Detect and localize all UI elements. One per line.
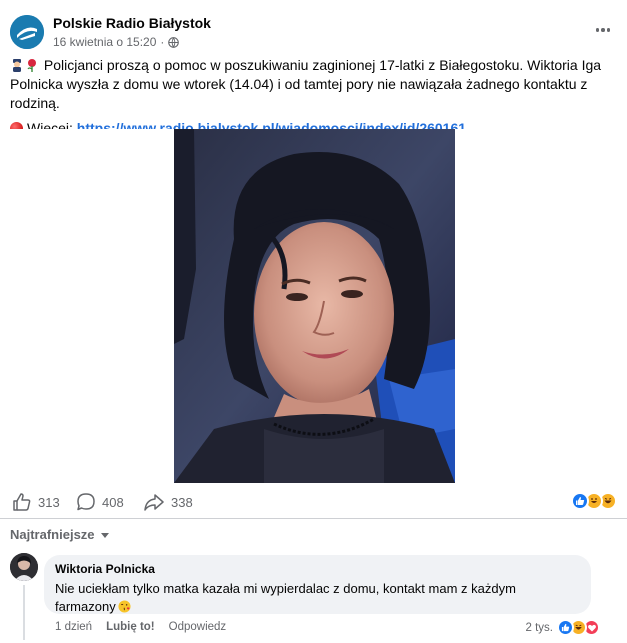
- more-options-icon[interactable]: [591, 20, 615, 40]
- globe-icon: [168, 36, 180, 48]
- kiss-face-emoji: [118, 600, 131, 613]
- comment-bubble: Wiktoria Polnicka Nie uciekłam tylko mat…: [44, 555, 591, 614]
- thread-line: [23, 585, 25, 640]
- engagement-bar: 313 408 338: [0, 483, 627, 519]
- post-body: Policjanci proszą o pomoc w poszukiwaniu…: [10, 56, 615, 138]
- page-name[interactable]: Polskie Radio Białystok: [53, 15, 211, 31]
- comment-stat[interactable]: 408: [76, 492, 124, 512]
- post-timestamp[interactable]: 16 kwietnia o 15:20: [53, 35, 156, 49]
- post-text-main: Policjanci proszą o pomoc w poszukiwaniu…: [10, 57, 602, 111]
- like-reaction-icon: [571, 492, 589, 510]
- comment-reaction-count: 2 tys.: [525, 621, 553, 634]
- like-stat[interactable]: 313: [12, 492, 60, 512]
- comment-actions: 1 dzień Lubię to! Odpowiedz: [55, 621, 226, 633]
- comment-reactions[interactable]: 2 tys.: [526, 619, 600, 636]
- commenter-avatar[interactable]: [10, 553, 38, 581]
- rose-emoji: [27, 59, 36, 72]
- likes-count: 313: [38, 494, 60, 510]
- post-paragraph: Policjanci proszą o pomoc w poszukiwaniu…: [10, 56, 615, 113]
- thumbs-up-icon: [13, 493, 31, 511]
- comments-count: 408: [102, 494, 124, 510]
- comment-reply-button[interactable]: Odpowiedz: [169, 621, 227, 633]
- comment-author[interactable]: Wiktoria Polnicka: [55, 562, 580, 577]
- comment-item: Wiktoria Polnicka Nie uciekłam tylko mat…: [10, 553, 617, 643]
- sort-label: Najtrafniejsze: [10, 527, 95, 542]
- post-reactions[interactable]: [571, 492, 617, 510]
- shares-count: 338: [171, 494, 193, 510]
- police-officer-emoji: [13, 59, 21, 72]
- post-photo[interactable]: [174, 129, 455, 483]
- like-reaction-icon: [557, 619, 574, 636]
- meta-separator: ·: [160, 35, 165, 49]
- comment-sort-dropdown[interactable]: Najtrafniejsze: [10, 527, 109, 542]
- comment-age[interactable]: 1 dzień: [55, 621, 92, 633]
- comment-text-wrap: Nie uciekłam tylko matka kazała mi wypie…: [55, 580, 580, 616]
- post-photo-area: [0, 129, 627, 483]
- page-avatar[interactable]: [10, 15, 44, 49]
- comment-icon: [77, 493, 95, 511]
- share-stat[interactable]: 338: [143, 492, 193, 512]
- share-icon: [144, 494, 164, 511]
- post-header: Polskie Radio Białystok 16 kwietnia o 15…: [10, 12, 617, 52]
- post-meta: 16 kwietnia o 15:20 ·: [53, 35, 180, 49]
- facebook-post: Polskie Radio Białystok 16 kwietnia o 15…: [0, 0, 627, 643]
- comment-like-button[interactable]: Lubię to!: [106, 621, 155, 633]
- chevron-down-icon: [100, 532, 109, 538]
